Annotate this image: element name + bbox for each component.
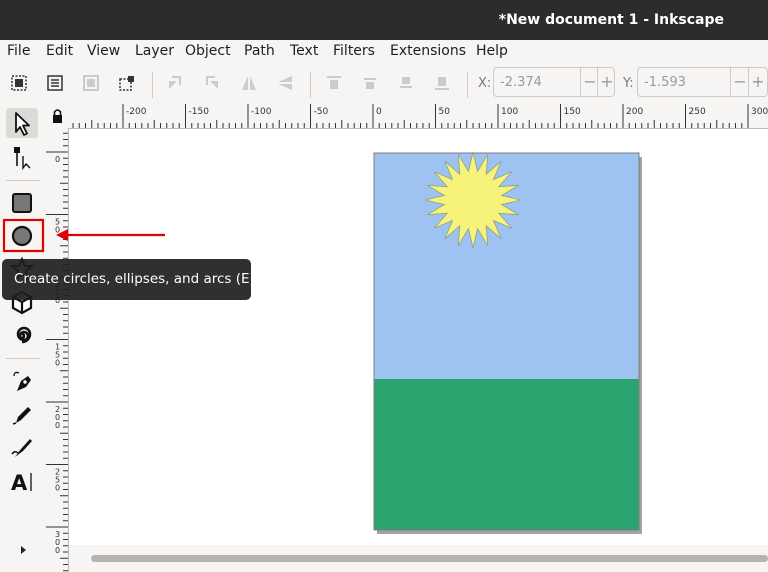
spiral-icon [16, 326, 32, 344]
calligraphy-pen-icon [11, 439, 32, 457]
drawing-canvas[interactable] [69, 129, 768, 545]
x-increment-button[interactable]: + [597, 68, 616, 96]
menu-extensions[interactable]: Extensions [390, 43, 466, 59]
ruler-label: -50 [314, 107, 329, 117]
flip-vertical-icon[interactable] [276, 74, 294, 92]
ruler-corner [46, 104, 68, 128]
ruler-label-char: 0 [55, 484, 60, 493]
select-all-icon[interactable] [10, 74, 28, 92]
expand-toolbox-icon[interactable] [19, 545, 27, 555]
node-editor-icon [14, 147, 31, 171]
raise-to-top-icon[interactable] [325, 74, 343, 92]
ruler-label: -150 [189, 107, 210, 117]
selector-arrow-icon [15, 112, 30, 136]
menu-filters[interactable]: Filters [333, 43, 375, 59]
rectangle-icon [12, 193, 32, 213]
pencil-icon [12, 407, 31, 425]
toolbox-separator [6, 358, 40, 359]
tooltip: Create circles, ellipses, and arcs (E) [2, 259, 255, 300]
ruler-label: 0 [376, 107, 382, 117]
menu-help[interactable]: Help [476, 43, 508, 59]
rectangle-tool[interactable] [6, 188, 38, 218]
menu-text[interactable]: Text [290, 43, 318, 59]
ruler-label: 50 [439, 107, 451, 117]
vertical-ruler-ticks: 050100150200250300 [46, 132, 68, 572]
y-value: -1.593 [644, 75, 686, 90]
menu-view[interactable]: View [87, 43, 120, 59]
lower-to-bottom-icon[interactable] [433, 74, 451, 92]
ellipse-icon [11, 225, 33, 247]
tool-controls-bar: X: -2.374 − + Y: -1.593 − + [0, 64, 768, 105]
flip-horizontal-icon[interactable] [240, 74, 258, 92]
ruler-label: 250 [689, 107, 706, 117]
ruler-label: 300 [751, 107, 768, 117]
toolbar-separator [152, 72, 153, 98]
calligraphy-tool[interactable] [6, 433, 38, 463]
ruler-label: -200 [126, 107, 147, 117]
deselect-icon[interactable] [82, 74, 100, 92]
ruler-label-char: 0 [55, 155, 60, 164]
ruler-label: 100 [501, 107, 518, 117]
raise-icon[interactable] [361, 74, 379, 92]
grass-rectangle[interactable] [374, 379, 639, 530]
svg-text:A: A [11, 471, 28, 495]
spiral-tool[interactable] [6, 321, 38, 351]
x-field[interactable]: -2.374 − + [493, 67, 615, 97]
toolbox-separator [6, 180, 40, 181]
ellipse-tool[interactable] [6, 221, 38, 251]
selector-tool[interactable] [6, 108, 38, 138]
x-label: X: [478, 76, 492, 91]
y-field[interactable]: -1.593 − + [637, 67, 768, 97]
ruler-label: 150 [564, 107, 581, 117]
horizontal-scrollbar-thumb[interactable] [91, 555, 768, 562]
select-all-layers-icon[interactable] [46, 74, 64, 92]
menu-path[interactable]: Path [244, 43, 275, 59]
menu-file[interactable]: File [7, 43, 30, 59]
canvas-drawing [373, 151, 642, 534]
horizontal-scrollbar[interactable] [69, 545, 768, 572]
menu-bar: File Edit View Layer Object Path Text Fi… [0, 40, 768, 64]
horizontal-ruler[interactable]: -200 -150 -100 -50 0 50 100 150 200 250 300 [68, 104, 768, 129]
ruler-label-char: 0 [55, 226, 60, 235]
vertical-ruler[interactable]: 050100150200250300 [46, 128, 69, 572]
ruler-label: -100 [251, 107, 272, 117]
y-label: Y: [623, 76, 634, 91]
pen-tool[interactable] [6, 367, 38, 397]
ruler-label-char: 0 [55, 546, 60, 555]
touch-select-icon[interactable] [118, 74, 136, 92]
x-value: -2.374 [500, 75, 542, 90]
toolbar-separator [467, 72, 468, 98]
menu-edit[interactable]: Edit [46, 43, 73, 59]
ruler-label-char: 0 [55, 421, 60, 430]
rotate-cw-icon[interactable] [203, 74, 221, 92]
node-tool[interactable] [6, 142, 38, 172]
text-tool[interactable]: A [6, 467, 38, 497]
horizontal-ruler-ticks: -200 -150 -100 -50 0 50 100 150 200 250 300 [72, 104, 768, 128]
pen-icon [13, 371, 31, 391]
title-bar: *New document 1 - Inkscape [0, 0, 768, 40]
menu-layer[interactable]: Layer [135, 43, 174, 59]
rotate-ccw-icon[interactable] [166, 74, 184, 92]
window-title: *New document 1 - Inkscape [498, 12, 724, 28]
pencil-tool[interactable] [6, 400, 38, 430]
toolbox: A [0, 104, 47, 572]
tooltip-text: Create circles, ellipses, and arcs (E) [14, 271, 255, 287]
y-decrement-button[interactable]: − [730, 68, 749, 96]
ruler-label-char: 0 [55, 359, 60, 368]
text-icon: A [11, 471, 32, 495]
menu-object[interactable]: Object [185, 43, 231, 59]
toolbar-separator [310, 72, 311, 98]
ruler-label: 200 [626, 107, 643, 117]
lock-guides-icon[interactable] [46, 104, 68, 128]
y-increment-button[interactable]: + [748, 68, 767, 96]
lower-icon[interactable] [397, 74, 415, 92]
